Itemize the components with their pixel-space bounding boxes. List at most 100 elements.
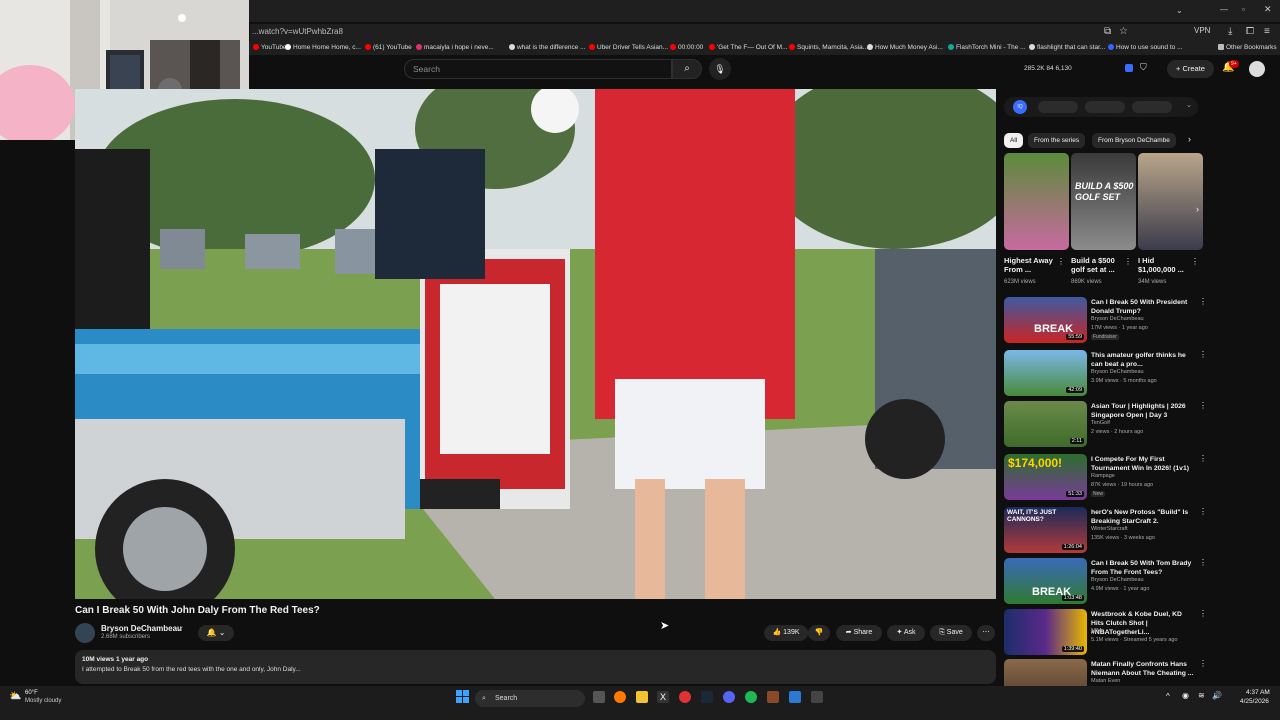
app-icon[interactable] bbox=[811, 691, 823, 703]
channel-name[interactable]: Rampage bbox=[1091, 473, 1115, 479]
clock-date[interactable]: 4/25/2026 bbox=[1240, 698, 1269, 705]
recommended-video[interactable]: BREAK 55:59 Can I Break 50 With President… bbox=[1004, 297, 1274, 345]
video-thumbnail[interactable]: WAIT, IT'S JUST CANNONS? 1:26:04 bbox=[1004, 507, 1087, 553]
more-icon[interactable]: ⋮ bbox=[1124, 257, 1132, 266]
task-view-icon[interactable] bbox=[593, 691, 605, 703]
bookmark-item[interactable]: How to use sound to ... bbox=[1108, 44, 1182, 51]
more-icon[interactable]: ⋮ bbox=[1199, 507, 1207, 516]
channel-name[interactable]: Matan Even bbox=[1091, 678, 1120, 684]
file-explorer-icon[interactable] bbox=[636, 691, 648, 703]
bookmark-item[interactable]: Uber Driver Tells Asian... bbox=[589, 44, 668, 51]
share-button[interactable]: ➦ Share bbox=[836, 625, 882, 641]
wifi-icon[interactable]: ≋ bbox=[1198, 691, 1205, 700]
browser-menu-icon[interactable]: ≡ bbox=[1264, 26, 1270, 37]
more-icon[interactable]: ⋮ bbox=[1199, 401, 1207, 410]
tab-dropdown-icon[interactable]: ⌄ bbox=[1176, 6, 1183, 15]
video-title[interactable]: Can I Break 50 With Tom Brady From The F… bbox=[1091, 559, 1196, 577]
chevron-right-icon[interactable]: › bbox=[1188, 134, 1191, 144]
chip-from-channel[interactable]: From Bryson DeChambe bbox=[1092, 133, 1176, 148]
short-thumbnail[interactable] bbox=[1004, 153, 1069, 250]
other-bookmarks[interactable]: Other Bookmarks bbox=[1218, 44, 1277, 51]
start-menu-icon[interactable] bbox=[456, 690, 469, 703]
tray-overflow-icon[interactable]: ^ bbox=[1166, 692, 1170, 701]
dislike-button[interactable]: 👎 bbox=[808, 625, 830, 641]
vpn-badge[interactable]: VPN bbox=[1194, 26, 1210, 35]
url-text[interactable]: ...watch?v=wUtPwhbZra8 bbox=[252, 27, 343, 36]
video-thumbnail[interactable]: 42:09 bbox=[1004, 350, 1087, 396]
weather-temp[interactable]: 60°F bbox=[25, 690, 38, 696]
extension-pill[interactable] bbox=[1038, 101, 1078, 113]
video-player[interactable] bbox=[75, 89, 996, 599]
video-title[interactable]: Asian Tour | Highlights | 2026 Singapore… bbox=[1091, 402, 1196, 420]
create-button[interactable]: + Create bbox=[1167, 60, 1214, 78]
more-icon[interactable]: ⋮ bbox=[1199, 350, 1207, 359]
more-icon[interactable]: ⋮ bbox=[1057, 257, 1065, 266]
channel-name[interactable]: WinterStarcraft bbox=[1091, 526, 1128, 532]
more-icon[interactable]: ⋮ bbox=[1199, 659, 1207, 668]
volume-icon[interactable]: 🔊 bbox=[1212, 691, 1222, 700]
short-title[interactable]: Highest Away From ... bbox=[1004, 256, 1056, 274]
video-title[interactable]: Matan Finally Confronts Hans Niemann Abo… bbox=[1091, 660, 1196, 678]
recommended-video[interactable]: $174,000! 51:33 I Compete For My First To… bbox=[1004, 454, 1274, 502]
video-thumbnail[interactable] bbox=[1004, 659, 1087, 686]
download-icon[interactable]: ⤓ bbox=[1228, 26, 1232, 37]
extension-icon[interactable] bbox=[1125, 64, 1133, 72]
like-button[interactable]: 👍 139K bbox=[764, 625, 808, 641]
short-thumbnail[interactable] bbox=[1138, 153, 1203, 250]
video-title[interactable]: Can I Break 50 With President Donald Tru… bbox=[1091, 298, 1196, 316]
short-thumbnail[interactable]: BUILD A $500 GOLF SET bbox=[1071, 153, 1136, 250]
video-thumbnail[interactable]: BREAK 1:03:48 bbox=[1004, 558, 1087, 604]
recommended-video[interactable]: 1:39:40 Westbrook & Kobe Duel, KD Hits C… bbox=[1004, 609, 1274, 657]
video-thumbnail[interactable]: BREAK 55:59 bbox=[1004, 297, 1087, 343]
channel-name[interactable]: Bryson DeChambeau bbox=[1091, 577, 1144, 583]
video-title[interactable]: herO's New Protoss "Build" Is Breaking S… bbox=[1091, 508, 1196, 526]
vscode-icon[interactable] bbox=[789, 691, 801, 703]
bookmark-item[interactable]: 'Get The F— Out Of M... bbox=[709, 44, 787, 51]
more-icon[interactable]: ⋮ bbox=[1191, 257, 1199, 266]
tray-app-icon[interactable]: ◉ bbox=[1182, 691, 1189, 700]
voice-search-button[interactable]: 🎙 bbox=[709, 58, 731, 80]
more-icon[interactable]: ⋮ bbox=[1199, 609, 1207, 618]
video-thumbnail[interactable]: 2:11 bbox=[1004, 401, 1087, 447]
bookmark-item[interactable]: Home Home Home, c... bbox=[285, 44, 361, 51]
ask-button[interactable]: ✦ Ask bbox=[887, 625, 925, 641]
video-title[interactable]: Westbrook & Kobe Duel, KD Hits Clutch Sh… bbox=[1091, 610, 1196, 637]
save-button[interactable]: ⎘ Save bbox=[930, 625, 972, 641]
short-title[interactable]: I Hid $1,000,000 ... bbox=[1138, 256, 1190, 274]
firefox-icon[interactable] bbox=[614, 691, 626, 703]
minimize-icon[interactable]: — bbox=[1220, 5, 1228, 14]
channel-name[interactable]: Bryson DeChambeau bbox=[1091, 369, 1144, 375]
bookmark-item[interactable]: flashlight that can star... bbox=[1029, 44, 1105, 51]
chevron-down-icon[interactable]: ⌄ bbox=[1186, 101, 1192, 109]
ai-assistant-icon[interactable]: IQ bbox=[1013, 100, 1027, 114]
app-icon[interactable] bbox=[767, 691, 779, 703]
bookmark-item[interactable]: macaiyla i hope i neve... bbox=[416, 44, 494, 51]
recommended-video[interactable]: 42:09 This amateur golfer thinks he can … bbox=[1004, 350, 1274, 398]
pin-icon[interactable]: ⛉ bbox=[1140, 62, 1147, 73]
spotify-icon[interactable] bbox=[745, 691, 757, 703]
app-icon[interactable] bbox=[679, 691, 691, 703]
extension-pill[interactable] bbox=[1085, 101, 1125, 113]
close-icon[interactable]: ✕ bbox=[1264, 4, 1272, 15]
discord-icon[interactable] bbox=[723, 691, 735, 703]
bookmark-item[interactable]: Squints, Mamcita, Asia... bbox=[789, 44, 868, 51]
recommended-video[interactable]: 2:11 Asian Tour | Highlights | 2026 Sing… bbox=[1004, 401, 1274, 449]
recommended-video[interactable]: BREAK 1:03:48 Can I Break 50 With Tom Bra… bbox=[1004, 558, 1274, 606]
maximize-icon[interactable]: ▫ bbox=[1242, 5, 1245, 14]
extension-pill[interactable] bbox=[1132, 101, 1172, 113]
channel-name[interactable]: NBA bbox=[1091, 628, 1102, 634]
account-avatar[interactable] bbox=[1249, 61, 1265, 77]
clock-time[interactable]: 4:37 AM bbox=[1246, 689, 1270, 696]
steam-icon[interactable] bbox=[701, 691, 713, 703]
chevron-right-icon[interactable]: › bbox=[1196, 204, 1199, 214]
chip-all[interactable]: All bbox=[1004, 133, 1024, 148]
chip-from-series[interactable]: From the series bbox=[1028, 133, 1086, 148]
bookmark-item[interactable]: what is the difference ... bbox=[509, 44, 586, 51]
bookmark-item[interactable]: YouTube bbox=[253, 44, 287, 51]
bookmark-item[interactable]: 00:00:00 bbox=[670, 44, 703, 51]
video-title[interactable]: I Compete For My First Tournament Win In… bbox=[1091, 455, 1196, 473]
channel-avatar[interactable] bbox=[75, 623, 95, 643]
channel-name[interactable]: Bryson DeChambeau bbox=[1091, 316, 1144, 322]
video-title[interactable]: This amateur golfer thinks he can beat a… bbox=[1091, 351, 1196, 369]
more-icon[interactable]: ⋮ bbox=[1199, 297, 1207, 306]
